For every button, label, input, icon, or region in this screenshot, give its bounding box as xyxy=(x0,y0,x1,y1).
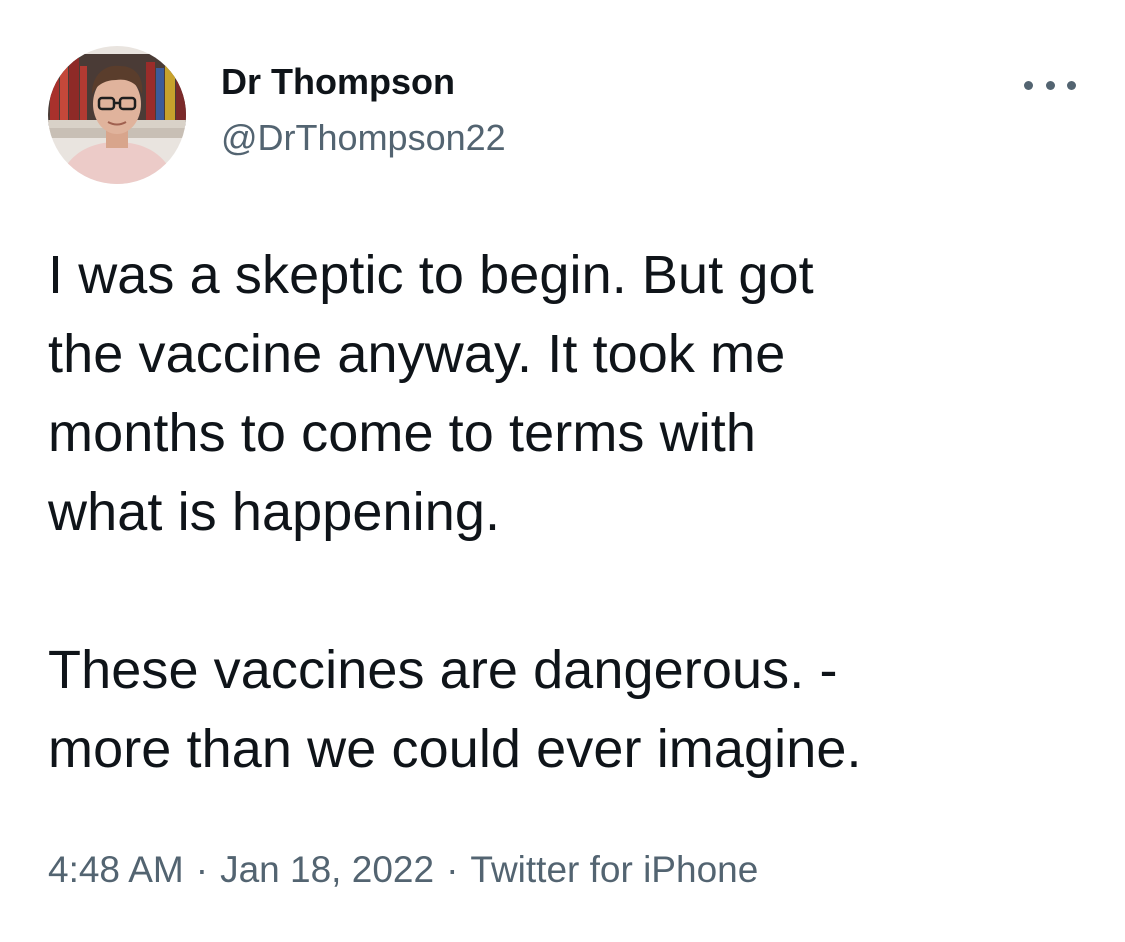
tweet-metadata: 4:48 AM · Jan 18, 2022 · Twitter for iPhone xyxy=(48,846,758,894)
tweet-time[interactable]: 4:48 AM xyxy=(48,849,184,890)
more-horizontal-icon xyxy=(1024,80,1033,90)
author-display-name[interactable]: Dr Thompson xyxy=(221,60,506,104)
more-options-button[interactable] xyxy=(1022,68,1078,102)
tweet-paragraph: I was a skeptic to begin. But got the va… xyxy=(48,236,1088,552)
tweet-date[interactable]: Jan 18, 2022 xyxy=(220,849,434,890)
meta-separator: · xyxy=(195,849,209,890)
tweet-source[interactable]: Twitter for iPhone xyxy=(470,849,758,890)
more-horizontal-icon xyxy=(1067,80,1076,90)
tweet-line: These vaccines are dangerous. - xyxy=(48,640,838,700)
tweet-line: the vaccine anyway. It took me xyxy=(48,324,786,384)
avatar-image xyxy=(48,46,186,184)
avatar[interactable] xyxy=(48,46,186,184)
tweet-line: I was a skeptic to begin. But got xyxy=(48,245,814,305)
tweet-header: Dr Thompson @DrThompson22 xyxy=(48,46,1078,186)
tweet-line: what is happening. xyxy=(48,482,501,542)
meta-separator: · xyxy=(446,849,459,890)
tweet-text: I was a skeptic to begin. But got the va… xyxy=(48,236,1088,789)
tweet-line: more than we could ever imagine. xyxy=(48,719,862,779)
author-handle[interactable]: @DrThompson22 xyxy=(221,116,506,160)
tweet-card: Dr Thompson @DrThompson22 I was a skepti… xyxy=(0,0,1125,942)
author-identity: Dr Thompson @DrThompson22 xyxy=(221,60,506,160)
tweet-paragraph: These vaccines are dangerous. - more tha… xyxy=(48,631,1088,789)
more-horizontal-icon xyxy=(1045,80,1055,90)
tweet-line: months to come to terms with xyxy=(48,403,757,463)
